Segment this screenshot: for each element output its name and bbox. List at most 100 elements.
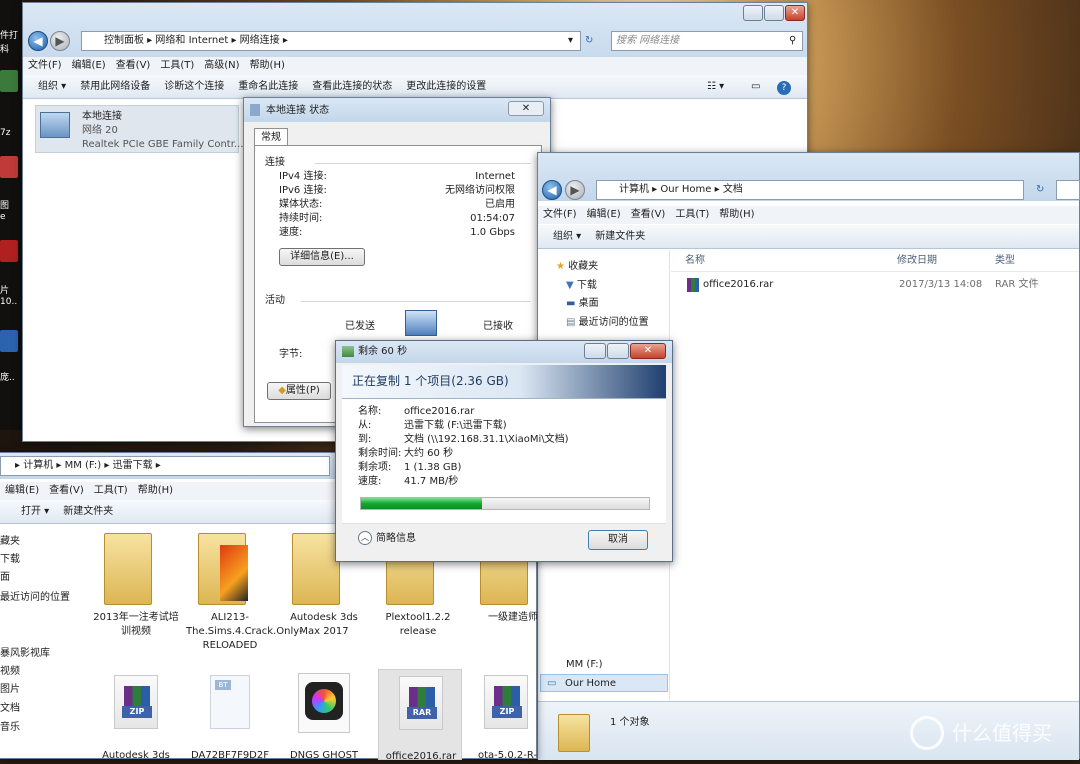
address-bar[interactable]: 计算机 ▸ Our Home ▸ 文档 xyxy=(596,180,1024,200)
file-item[interactable]: BT DA72BF7F9D2F xyxy=(190,671,270,761)
app-icon[interactable] xyxy=(0,70,18,92)
nav-item-downloads[interactable]: 下载 xyxy=(0,553,20,567)
close-button[interactable]: ✕ xyxy=(785,5,805,21)
menu-tools[interactable]: 工具(T) xyxy=(89,482,133,500)
folder-item[interactable]: ALI213-The.Sims.4.Crack.Only-RELOADED xyxy=(186,531,303,657)
help-icon[interactable]: ? xyxy=(777,81,791,95)
menu-tools[interactable]: 工具(T) xyxy=(155,57,199,75)
nav-item-desktop[interactable]: 面 xyxy=(0,571,10,585)
menu-advanced[interactable]: 高级(N) xyxy=(199,57,244,75)
forward-icon[interactable]: ▶ xyxy=(565,180,585,200)
breadcrumb-item[interactable]: 文档 xyxy=(723,184,743,195)
back-icon[interactable]: ◀ xyxy=(28,31,48,51)
disable-device-button[interactable]: 禁用此网络设备 xyxy=(73,75,157,99)
refresh-icon[interactable]: ↻ xyxy=(1036,183,1044,197)
open-button[interactable]: 打开 ▾ xyxy=(14,500,56,524)
nav-item-favorites[interactable]: ★ 收藏夹 xyxy=(556,260,598,274)
breadcrumb-item[interactable]: 网络和 Internet xyxy=(155,35,228,46)
adapter-item[interactable]: 本地连接 网络 20 Realtek PCIe GBE Family Contr… xyxy=(35,105,243,153)
less-info-link[interactable]: 简略信息 xyxy=(376,532,416,546)
cancel-button[interactable]: 取消 xyxy=(588,530,648,550)
menu-view[interactable]: 查看(V) xyxy=(626,206,671,224)
menu-edit[interactable]: 编辑(E) xyxy=(67,57,111,75)
app-icon[interactable] xyxy=(0,330,18,352)
new-folder-button[interactable]: 新建文件夹 xyxy=(56,500,120,524)
menu-tools[interactable]: 工具(T) xyxy=(670,206,714,224)
breadcrumb-item[interactable]: 计算机 xyxy=(23,460,53,471)
forward-icon[interactable]: ▶ xyxy=(50,31,70,51)
nav-item-desktop[interactable]: ▬ 桌面 xyxy=(566,297,599,311)
breadcrumb-item[interactable]: 网络连接 xyxy=(240,35,280,46)
nav-item-documents[interactable]: 文档 xyxy=(0,702,20,716)
file-row[interactable]: office2016.rar 2017/3/13 14:08 RAR 文件 xyxy=(671,277,1079,295)
menu-file[interactable]: 文件(F) xyxy=(23,57,67,75)
speed-label: 速度: xyxy=(279,227,303,238)
diagnose-button[interactable]: 诊断这个连接 xyxy=(157,75,231,99)
menu-help[interactable]: 帮助(H) xyxy=(245,57,290,75)
nav-item-library[interactable]: 暴风影视库 xyxy=(0,647,50,661)
close-button[interactable]: ✕ xyxy=(508,101,544,116)
menu-help[interactable]: 帮助(H) xyxy=(714,206,759,224)
column-type[interactable]: 类型 xyxy=(995,254,1015,268)
menu-view[interactable]: 查看(V) xyxy=(44,482,89,500)
organize-button[interactable]: 组织 ▾ xyxy=(546,225,588,249)
view-options-icon[interactable]: ☷ ▾ xyxy=(707,80,724,94)
app-icon[interactable] xyxy=(0,156,18,178)
menu-edit[interactable]: 编辑(E) xyxy=(582,206,626,224)
details-button[interactable]: 详细信息(E)... xyxy=(279,248,365,266)
minimize-button[interactable] xyxy=(743,5,763,21)
nav-item-favorites[interactable]: 藏夹 xyxy=(0,535,20,549)
maximize-button[interactable] xyxy=(607,343,629,359)
dropdown-icon[interactable]: ▾ xyxy=(568,34,573,48)
breadcrumb-item[interactable]: 迅雷下载 xyxy=(113,460,153,471)
nav-item-videos[interactable]: 视频 xyxy=(0,665,20,679)
file-item[interactable]: ZIP ota-5.0.2-R- xyxy=(472,671,537,761)
dialog-title: 剩余 60 秒 xyxy=(358,346,408,357)
collapse-icon[interactable]: ︿ xyxy=(358,531,372,545)
properties-button[interactable]: ◆属性(P) xyxy=(267,382,331,400)
search-icon[interactable]: ⚲ xyxy=(789,34,796,48)
menu-edit[interactable]: 编辑(E) xyxy=(0,482,44,500)
tab-general[interactable]: 常规 xyxy=(254,128,288,146)
rename-button[interactable]: 重命名此连接 xyxy=(231,75,305,99)
nav-item-recent[interactable]: ▤ 最近访问的位置 xyxy=(566,316,649,330)
file-item[interactable]: DNGS GHOST xyxy=(284,671,364,761)
address-bar[interactable]: 控制面板 ▸ 网络和 Internet ▸ 网络连接 ▸ xyxy=(81,31,581,51)
back-icon[interactable]: ◀ xyxy=(542,180,562,200)
menu-file[interactable]: 文件(F) xyxy=(538,206,582,224)
breadcrumb-item[interactable]: 控制面板 xyxy=(104,35,144,46)
nav-item-our-home[interactable]: Our Home ▭ xyxy=(540,674,668,692)
folder-icon xyxy=(104,533,152,605)
preview-pane-icon[interactable]: ▭ xyxy=(751,80,760,94)
menu-view[interactable]: 查看(V) xyxy=(111,57,156,75)
nav-item-downloads[interactable]: ▼ 下载 xyxy=(566,279,597,293)
search-input[interactable]: 搜索 网络连接 xyxy=(611,31,803,51)
from-value[interactable]: 迅雷下载 (F:\迅雷下载) xyxy=(404,419,507,433)
to-value[interactable]: 文档 (\\192.168.31.1\XiaoMi\文档) xyxy=(404,433,569,447)
menu-help[interactable]: 帮助(H) xyxy=(133,482,178,500)
nav-item-drive-f[interactable]: MM (F:) xyxy=(566,658,603,672)
address-bar[interactable]: ▸ 计算机 ▸ MM (F:) ▸ 迅雷下载 ▸ xyxy=(0,456,330,476)
column-name[interactable]: 名称 xyxy=(685,254,705,268)
change-settings-button[interactable]: 更改此连接的设置 xyxy=(399,75,493,99)
received-label: 已接收 xyxy=(483,321,513,332)
breadcrumb-item[interactable]: 计算机 xyxy=(619,184,649,195)
file-item-selected[interactable]: RAR office2016.rar xyxy=(378,669,462,762)
refresh-icon[interactable]: ↻ xyxy=(585,34,593,48)
organize-button[interactable]: 组织 ▾ xyxy=(31,75,73,99)
breadcrumb-item[interactable]: Our Home xyxy=(660,184,711,195)
nav-item-music[interactable]: 音乐 xyxy=(0,721,20,735)
breadcrumb-item[interactable]: MM (F:) xyxy=(65,460,102,471)
search-input[interactable] xyxy=(1056,180,1080,200)
minimize-button[interactable] xyxy=(584,343,606,359)
close-button[interactable]: ✕ xyxy=(630,343,666,359)
nav-item-pictures[interactable]: 图片 xyxy=(0,683,20,697)
new-folder-button[interactable]: 新建文件夹 xyxy=(588,225,652,249)
column-date[interactable]: 修改日期 xyxy=(897,254,937,268)
maximize-button[interactable] xyxy=(764,5,784,21)
nav-item-recent[interactable]: 最近访问的位置 xyxy=(0,591,70,605)
view-status-button[interactable]: 查看此连接的状态 xyxy=(305,75,399,99)
folder-item[interactable]: 2013年一注考试培训视频 xyxy=(92,531,180,657)
file-item[interactable]: ZIP Autodesk 3ds xyxy=(96,671,176,761)
app-icon[interactable] xyxy=(0,240,18,262)
